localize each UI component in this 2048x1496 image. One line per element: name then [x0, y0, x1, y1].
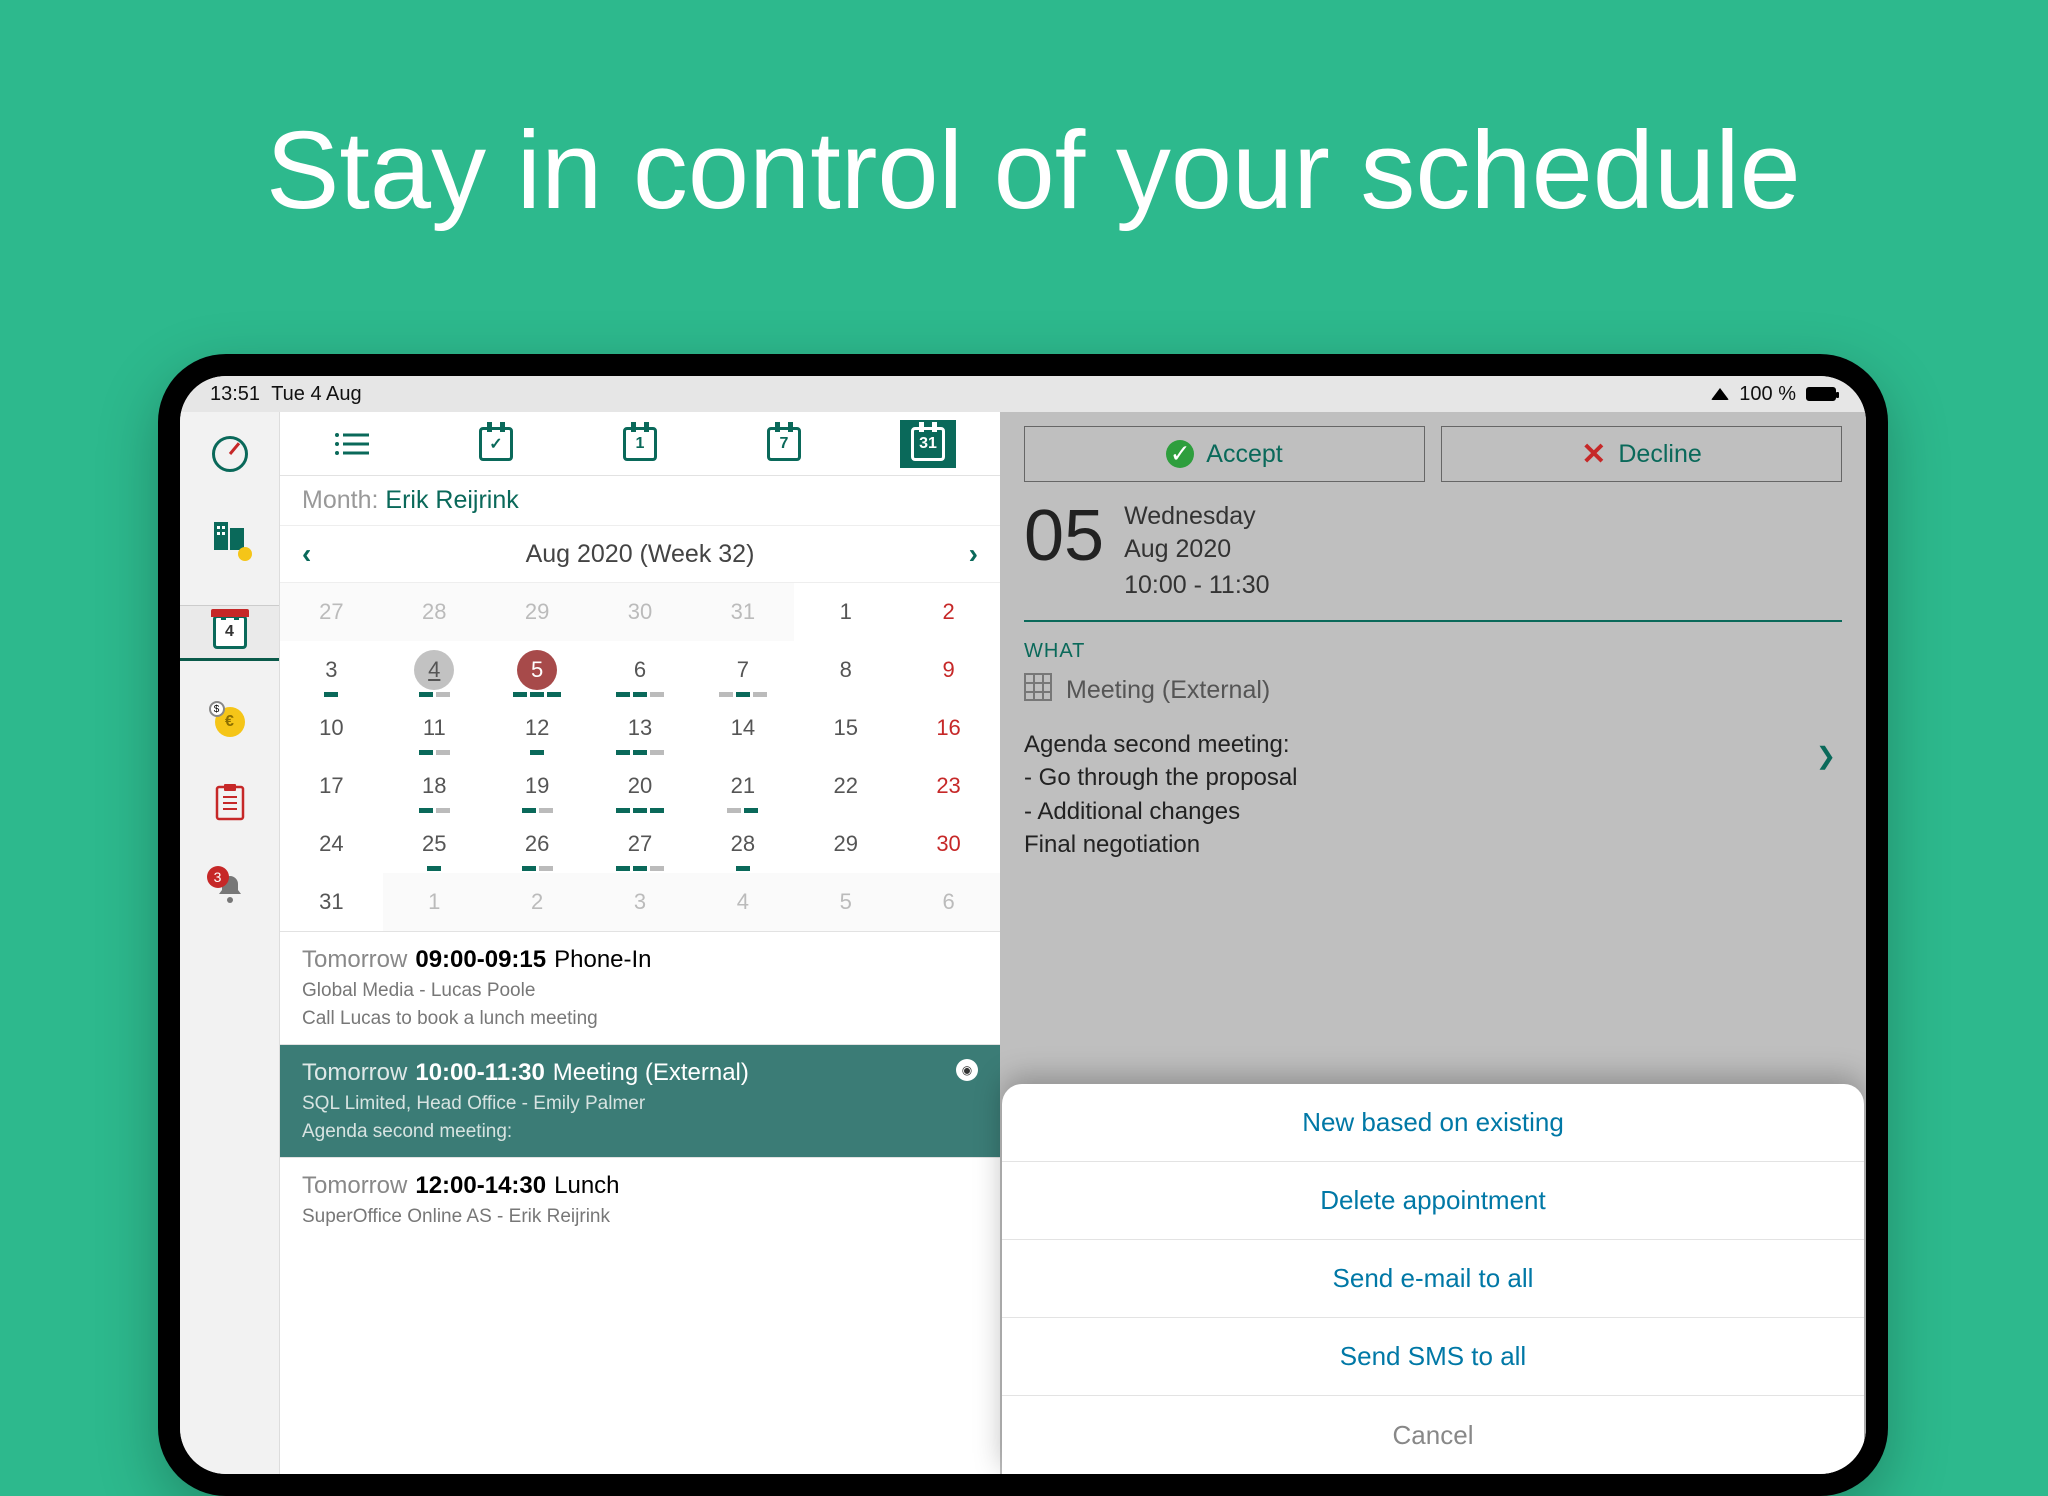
- agenda-text: Agenda second meeting:- Go through the p…: [1024, 728, 1842, 862]
- battery-icon: [1806, 387, 1836, 401]
- notifications-icon[interactable]: 3: [213, 872, 247, 911]
- what-value: Meeting (External): [1066, 676, 1270, 705]
- calendar-cell[interactable]: 20: [589, 757, 692, 815]
- calendar-cell[interactable]: 24: [280, 815, 383, 873]
- nav-sidebar: 4 € $ 3: [180, 412, 280, 1474]
- grid-icon: [1024, 673, 1052, 708]
- battery-percent: 100 %: [1739, 383, 1796, 406]
- calendar-cell[interactable]: 8: [794, 641, 897, 699]
- calendar-cell[interactable]: 25: [383, 815, 486, 873]
- calendar-cell[interactable]: 19: [486, 757, 589, 815]
- notification-badge: 3: [207, 866, 229, 888]
- event-item[interactable]: ◉Tomorrow10:00-11:30Meeting (External)SQ…: [280, 1044, 1000, 1157]
- detail-weekday: Wednesday: [1124, 500, 1269, 533]
- accept-label: Accept: [1206, 440, 1282, 469]
- sheet-cancel[interactable]: Cancel: [1002, 1396, 1864, 1474]
- day-view-tab[interactable]: 1: [612, 420, 668, 468]
- detail-panel: ✓ Accept ✕ Decline 05 Wednesday Aug 2020: [1000, 412, 1866, 1474]
- wifi-icon: [1711, 388, 1729, 400]
- detail-daynum: 05: [1024, 500, 1104, 572]
- calendar-cell[interactable]: 15: [794, 699, 897, 757]
- x-icon: ✕: [1581, 437, 1606, 472]
- calendar-cell[interactable]: 17: [280, 757, 383, 815]
- calendar-cell[interactable]: 3: [280, 641, 383, 699]
- calendar-cell[interactable]: 7: [691, 641, 794, 699]
- calendar-cell[interactable]: 31: [280, 873, 383, 931]
- week-view-tab[interactable]: 7: [756, 420, 812, 468]
- month-title: Aug 2020 (Week 32): [526, 540, 755, 569]
- calendar-cell[interactable]: 6: [897, 873, 1000, 931]
- calendar-cell[interactable]: 30: [589, 583, 692, 641]
- event-list: Tomorrow09:00-09:15Phone-InGlobal Media …: [280, 931, 1000, 1242]
- calendar-cell[interactable]: 27: [280, 583, 383, 641]
- prev-month-button[interactable]: ‹: [302, 538, 311, 570]
- sheet-delete[interactable]: Delete appointment: [1002, 1162, 1864, 1240]
- sheet-sms[interactable]: Send SMS to all: [1002, 1318, 1864, 1396]
- detail-chevron-icon[interactable]: ❯: [1816, 742, 1836, 771]
- calendar-cell[interactable]: 29: [486, 583, 589, 641]
- calendar-cell[interactable]: 30: [897, 815, 1000, 873]
- promo-headline: Stay in control of your schedule: [266, 108, 1801, 235]
- calendar-cell[interactable]: 29: [794, 815, 897, 873]
- decline-button[interactable]: ✕ Decline: [1441, 426, 1842, 482]
- detail-time: 10:00 - 11:30: [1124, 569, 1269, 602]
- calendar-panel: ✓ 1 7 31 Month: Erik Reijrink ‹ Aug 2020…: [280, 412, 1000, 1474]
- next-month-button[interactable]: ›: [969, 538, 978, 570]
- calendar-cell[interactable]: 10: [280, 699, 383, 757]
- sidebar-calendar-day: 4: [225, 623, 234, 641]
- what-section-label: WHAT: [1024, 640, 1842, 663]
- calendar-cell[interactable]: 26: [486, 815, 589, 873]
- calendar-cell[interactable]: 28: [691, 815, 794, 873]
- list-view-tab[interactable]: [324, 420, 380, 468]
- month-label: Month:: [302, 486, 378, 514]
- calendar-cell[interactable]: 11: [383, 699, 486, 757]
- calendar-cell[interactable]: 22: [794, 757, 897, 815]
- sidebar-calendar[interactable]: 4: [180, 605, 279, 661]
- calendar-cell[interactable]: 23: [897, 757, 1000, 815]
- calendar-cell[interactable]: 27: [589, 815, 692, 873]
- calendar-cell[interactable]: 9: [897, 641, 1000, 699]
- calendar-cell[interactable]: 18: [383, 757, 486, 815]
- calendar-cell[interactable]: 21: [691, 757, 794, 815]
- calendar-cell[interactable]: 14: [691, 699, 794, 757]
- calendar-cell[interactable]: 31: [691, 583, 794, 641]
- company-icon[interactable]: [212, 518, 248, 559]
- calendar-cell[interactable]: 6: [589, 641, 692, 699]
- status-date: Tue 4 Aug: [271, 383, 361, 405]
- decline-label: Decline: [1618, 440, 1701, 469]
- visibility-icon: ◉: [956, 1059, 978, 1081]
- check-icon: ✓: [1166, 440, 1194, 468]
- calendar-cell[interactable]: 2: [897, 583, 1000, 641]
- detail-monthyear: Aug 2020: [1124, 533, 1269, 566]
- month-user[interactable]: Erik Reijrink: [385, 486, 518, 514]
- event-item[interactable]: Tomorrow12:00-14:30LunchSuperOffice Onli…: [280, 1157, 1000, 1242]
- sales-icon[interactable]: € $: [215, 707, 245, 737]
- calendar-cell[interactable]: 4: [691, 873, 794, 931]
- status-time: 13:51: [210, 383, 260, 405]
- dashboard-icon[interactable]: [212, 436, 248, 472]
- agenda-view-tab[interactable]: ✓: [468, 420, 524, 468]
- calendar-cell[interactable]: 3: [589, 873, 692, 931]
- calendar-cell[interactable]: 2: [486, 873, 589, 931]
- accept-button[interactable]: ✓ Accept: [1024, 426, 1425, 482]
- view-tabs: ✓ 1 7 31: [280, 412, 1000, 476]
- event-item[interactable]: Tomorrow09:00-09:15Phone-InGlobal Media …: [280, 931, 1000, 1044]
- calendar-cell[interactable]: 1: [383, 873, 486, 931]
- calendar-cell[interactable]: 12: [486, 699, 589, 757]
- calendar-cell[interactable]: 4: [383, 641, 486, 699]
- calendar-cell[interactable]: 13: [589, 699, 692, 757]
- sheet-email[interactable]: Send e-mail to all: [1002, 1240, 1864, 1318]
- device-frame: 13:51 Tue 4 Aug 100 %: [158, 354, 1888, 1496]
- calendar-grid: 2728293031123456789101112131415161718192…: [280, 583, 1000, 931]
- sheet-new[interactable]: New based on existing: [1002, 1084, 1864, 1162]
- calendar-cell[interactable]: 28: [383, 583, 486, 641]
- calendar-cell[interactable]: 1: [794, 583, 897, 641]
- status-bar: 13:51 Tue 4 Aug 100 %: [180, 376, 1866, 412]
- calendar-cell[interactable]: 5: [794, 873, 897, 931]
- calendar-cell[interactable]: 16: [897, 699, 1000, 757]
- clipboard-icon[interactable]: [215, 783, 245, 826]
- calendar-cell[interactable]: 5: [486, 641, 589, 699]
- month-view-tab[interactable]: 31: [900, 420, 956, 468]
- action-sheet: New based on existing Delete appointment…: [1002, 1084, 1864, 1474]
